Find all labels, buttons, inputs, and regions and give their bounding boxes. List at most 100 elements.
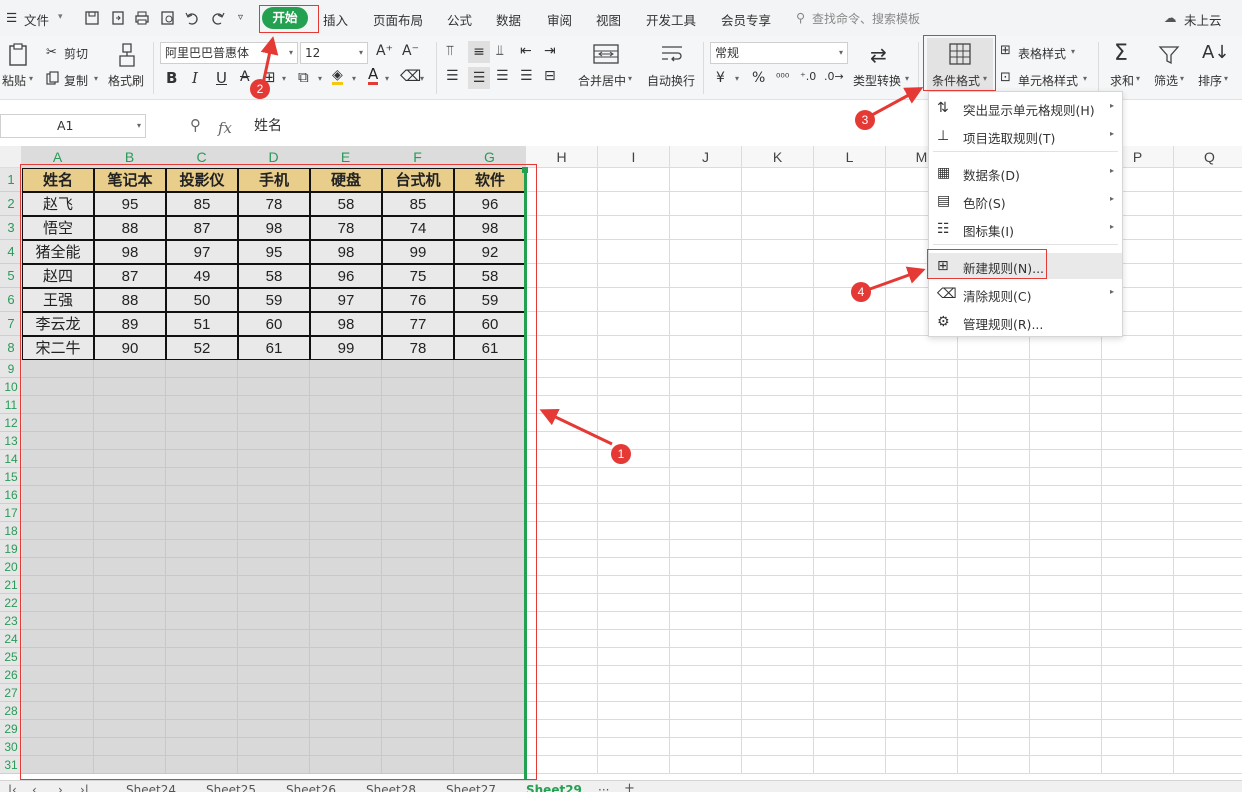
row-header[interactable]: 21 bbox=[0, 576, 22, 594]
sheet-tab[interactable]: Sheet28 bbox=[366, 783, 416, 792]
empty-cell[interactable] bbox=[958, 336, 1030, 360]
empty-cell[interactable] bbox=[958, 648, 1030, 666]
empty-cell[interactable] bbox=[958, 504, 1030, 522]
style-dropdown-icon[interactable]: ▾ bbox=[318, 74, 322, 83]
empty-cell[interactable] bbox=[742, 336, 814, 360]
empty-cell[interactable] bbox=[598, 666, 670, 684]
empty-cell[interactable] bbox=[670, 576, 742, 594]
empty-cell[interactable] bbox=[670, 702, 742, 720]
tab-developer[interactable]: 开发工具 bbox=[646, 10, 696, 29]
empty-cell[interactable] bbox=[958, 540, 1030, 558]
empty-cell[interactable] bbox=[814, 336, 886, 360]
tab-formulas[interactable]: 公式 bbox=[447, 10, 472, 29]
empty-cell[interactable] bbox=[814, 522, 886, 540]
empty-cell[interactable] bbox=[670, 522, 742, 540]
empty-cell[interactable] bbox=[670, 486, 742, 504]
prev-sheet-icon[interactable]: ‹ bbox=[32, 783, 37, 792]
merge-center-icon[interactable] bbox=[593, 43, 619, 68]
empty-cell[interactable] bbox=[742, 450, 814, 468]
empty-cell[interactable] bbox=[1030, 504, 1102, 522]
empty-cell[interactable] bbox=[958, 486, 1030, 504]
fx-icon[interactable]: fx bbox=[218, 119, 232, 137]
sort-icon[interactable]: A↓ bbox=[1202, 42, 1229, 63]
font-name-select[interactable]: 阿里巴巴普惠体 ▾ bbox=[160, 42, 298, 64]
empty-cell[interactable] bbox=[742, 504, 814, 522]
empty-cell[interactable] bbox=[670, 168, 742, 192]
empty-cell[interactable] bbox=[598, 288, 670, 312]
empty-cell[interactable] bbox=[814, 432, 886, 450]
empty-cell[interactable] bbox=[598, 216, 670, 240]
empty-cell[interactable] bbox=[1174, 468, 1242, 486]
font-color-icon[interactable]: A bbox=[368, 67, 379, 85]
empty-cell[interactable] bbox=[670, 336, 742, 360]
row-header[interactable]: 9 bbox=[0, 360, 22, 378]
empty-cell[interactable] bbox=[742, 240, 814, 264]
empty-cell[interactable] bbox=[886, 594, 958, 612]
empty-cell[interactable] bbox=[598, 486, 670, 504]
align-top-icon[interactable]: ⫪ bbox=[446, 43, 454, 59]
row-header[interactable]: 7 bbox=[0, 312, 22, 336]
row-header[interactable]: 14 bbox=[0, 450, 22, 468]
empty-cell[interactable] bbox=[742, 414, 814, 432]
empty-cell[interactable] bbox=[598, 684, 670, 702]
empty-cell[interactable] bbox=[670, 594, 742, 612]
empty-cell[interactable] bbox=[886, 378, 958, 396]
empty-cell[interactable] bbox=[598, 240, 670, 264]
empty-cell[interactable] bbox=[814, 168, 886, 192]
empty-cell[interactable] bbox=[814, 558, 886, 576]
empty-cell[interactable] bbox=[598, 702, 670, 720]
empty-cell[interactable] bbox=[1174, 720, 1242, 738]
increase-indent-icon[interactable]: ⇥ bbox=[544, 43, 556, 59]
empty-cell[interactable] bbox=[670, 612, 742, 630]
empty-cell[interactable] bbox=[958, 378, 1030, 396]
type-convert-dropdown-icon[interactable]: ▾ bbox=[905, 74, 909, 83]
empty-cell[interactable] bbox=[958, 558, 1030, 576]
empty-cell[interactable] bbox=[1174, 216, 1242, 240]
row-header[interactable]: 1 bbox=[0, 168, 22, 192]
filter-icon[interactable] bbox=[1158, 44, 1180, 69]
empty-cell[interactable] bbox=[670, 558, 742, 576]
export-icon[interactable] bbox=[110, 9, 126, 27]
sort-dropdown-icon[interactable]: ▾ bbox=[1224, 74, 1228, 83]
empty-cell[interactable] bbox=[670, 216, 742, 240]
wrap-text-button[interactable]: 自动换行 bbox=[647, 72, 695, 89]
empty-cell[interactable] bbox=[1174, 432, 1242, 450]
sheet-tab-active[interactable]: Sheet29 bbox=[526, 783, 582, 792]
empty-cell[interactable] bbox=[598, 168, 670, 192]
row-header[interactable]: 12 bbox=[0, 414, 22, 432]
empty-cell[interactable] bbox=[1030, 414, 1102, 432]
empty-cell[interactable] bbox=[886, 450, 958, 468]
empty-cell[interactable] bbox=[886, 414, 958, 432]
menu-item[interactable]: ⇅ 突出显示单元格规则(H) ▸ bbox=[929, 95, 1122, 121]
empty-cell[interactable] bbox=[1174, 756, 1242, 774]
currency-dropdown-icon[interactable]: ▾ bbox=[735, 74, 739, 83]
empty-cell[interactable] bbox=[814, 468, 886, 486]
empty-cell[interactable] bbox=[1174, 702, 1242, 720]
empty-cell[interactable] bbox=[1102, 684, 1174, 702]
empty-cell[interactable] bbox=[1102, 360, 1174, 378]
empty-cell[interactable] bbox=[1102, 612, 1174, 630]
empty-cell[interactable] bbox=[742, 738, 814, 756]
fill-color-icon[interactable]: ◈ bbox=[332, 68, 343, 85]
empty-cell[interactable] bbox=[742, 522, 814, 540]
empty-cell[interactable] bbox=[742, 468, 814, 486]
empty-cell[interactable] bbox=[598, 396, 670, 414]
empty-cell[interactable] bbox=[670, 648, 742, 666]
empty-cell[interactable] bbox=[814, 216, 886, 240]
empty-cell[interactable] bbox=[598, 558, 670, 576]
align-right-icon[interactable]: ☰ bbox=[496, 68, 509, 84]
empty-cell[interactable] bbox=[1102, 504, 1174, 522]
empty-cell[interactable] bbox=[1174, 378, 1242, 396]
paste-dropdown-icon[interactable]: ▾ bbox=[29, 74, 33, 83]
empty-cell[interactable] bbox=[814, 504, 886, 522]
empty-cell[interactable] bbox=[1030, 666, 1102, 684]
empty-cell[interactable] bbox=[742, 192, 814, 216]
menu-item[interactable]: ▤ 色阶(S) ▸ bbox=[929, 188, 1122, 214]
empty-cell[interactable] bbox=[1030, 486, 1102, 504]
tab-insert[interactable]: 插入 bbox=[323, 10, 348, 29]
undo-icon[interactable] bbox=[184, 9, 200, 27]
empty-cell[interactable] bbox=[1102, 486, 1174, 504]
empty-cell[interactable] bbox=[1174, 504, 1242, 522]
empty-cell[interactable] bbox=[1030, 360, 1102, 378]
row-header[interactable]: 26 bbox=[0, 666, 22, 684]
